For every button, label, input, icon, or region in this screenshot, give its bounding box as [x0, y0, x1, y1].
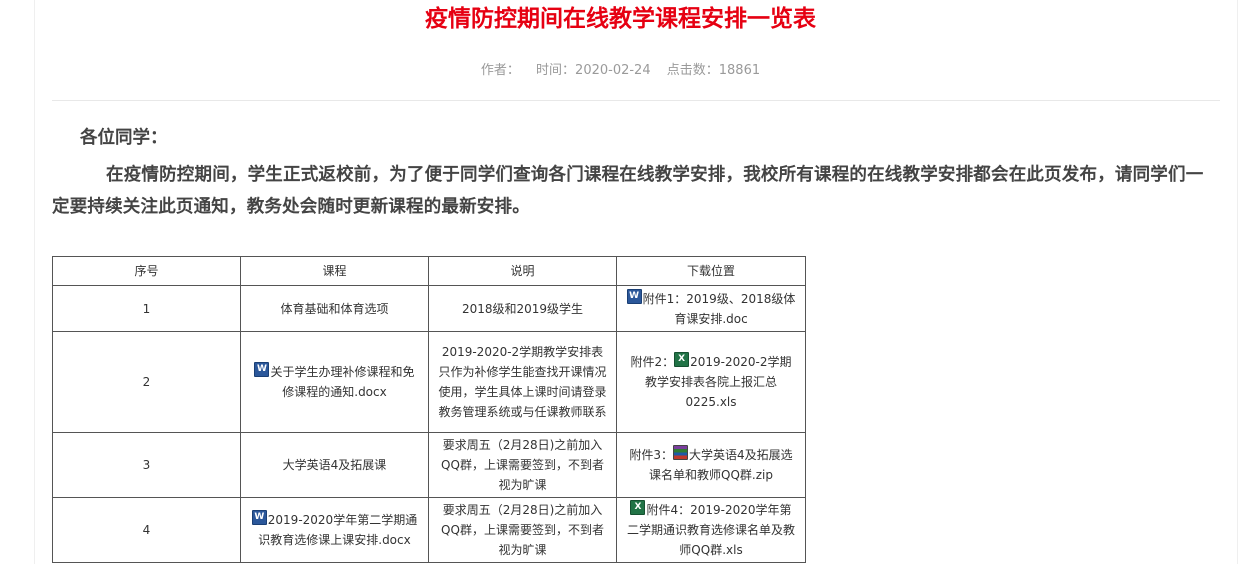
- course-cell: 2019-2020学年第二学期通识教育选修课上课安排.docx: [240, 497, 429, 563]
- word-icon: [626, 287, 642, 305]
- row-number: 2: [52, 331, 241, 433]
- course-document-link[interactable]: 关于学生办理补修课程和免修课程的通知.docx: [254, 360, 415, 399]
- course-document-name: 关于学生办理补修课程和免修课程的通知.docx: [270, 365, 415, 399]
- download-cell: 附件3： 大学英语4及拓展选课名单和教师QQ群.zip: [616, 432, 806, 498]
- course-schedule-table: 序号 课程 说明 下载位置 1 体育基础和体育选项 2018级和2019级学生 …: [52, 256, 806, 563]
- download-cell: 附件4：2019-2020学年第二学期通识教育选修课名单及教师QQ群.xls: [616, 497, 806, 563]
- article-page: 疫情防控期间在线教学课程安排一览表 作者： 时间：2020-02-24 点击数：…: [0, 0, 1241, 564]
- table-row: 4 2019-2020学年第二学期通识教育选修课上课安排.docx 要求周五（2…: [52, 497, 806, 563]
- column-header-course: 课程: [240, 256, 429, 286]
- word-icon: [251, 508, 267, 526]
- course-note: 要求周五（2月28日)之前加入QQ群，上课需要签到，不到者视为旷课: [428, 497, 617, 563]
- table-row: 1 体育基础和体育选项 2018级和2019级学生 附件1：2019级、2018…: [52, 285, 806, 332]
- download-cell: 附件1：2019级、2018级体育课安排.doc: [616, 285, 806, 332]
- column-header-download: 下载位置: [616, 256, 806, 286]
- article-meta: 作者： 时间：2020-02-24 点击数：18861: [0, 60, 1241, 82]
- attachment-name: 附件1：2019级、2018级体育课安排.doc: [642, 291, 796, 326]
- course-note: 要求周五（2月28日)之前加入QQ群，上课需要签到，不到者视为旷课: [428, 432, 617, 498]
- row-number: 1: [52, 285, 241, 332]
- table-header-row: 序号 课程 说明 下载位置: [52, 256, 806, 286]
- article-title: 疫情防控期间在线教学课程安排一览表: [425, 6, 816, 32]
- click-count: 点击数：18861: [666, 63, 761, 78]
- author-label: 作者：: [480, 63, 520, 78]
- content-border-left: [34, 0, 35, 564]
- excel-icon: [630, 498, 646, 516]
- greeting: 各位同学：: [80, 128, 168, 148]
- attachment-link[interactable]: 附件1：2019级、2018级体育课安排.doc: [626, 287, 796, 326]
- row-number: 3: [52, 432, 241, 498]
- course-note: 2019-2020-2学期教学安排表只作为补修学生能查找开课情况使用，学生具体上…: [428, 331, 617, 433]
- download-cell: 附件2：2019-2020-2学期教学安排表各院上报汇总0225.xls: [616, 331, 806, 433]
- course-document-link[interactable]: 2019-2020学年第二学期通识教育选修课上课安排.docx: [251, 508, 418, 547]
- attachment-prefix: 附件3：: [629, 448, 673, 462]
- archive-icon: [673, 445, 688, 460]
- course-cell: 关于学生办理补修课程和免修课程的通知.docx: [240, 331, 429, 433]
- excel-icon: [674, 350, 690, 368]
- intro-paragraph: 在疫情防控期间，学生正式返校前，为了便于同学们查询各门课程在线教学安排，我校所有…: [52, 165, 1204, 217]
- table-row: 2 关于学生办理补修课程和免修课程的通知.docx 2019-2020-2学期教…: [52, 331, 806, 433]
- column-header-note: 说明: [428, 256, 617, 286]
- course-name: 体育基础和体育选项: [240, 285, 429, 332]
- course-name: 大学英语4及拓展课: [240, 432, 429, 498]
- attachment-prefix: 附件2：: [630, 355, 675, 369]
- course-document-name: 2019-2020学年第二学期通识教育选修课上课安排.docx: [258, 513, 418, 547]
- word-icon: [254, 360, 270, 378]
- row-number: 4: [52, 497, 241, 563]
- column-header-no: 序号: [52, 256, 241, 286]
- header-divider: [52, 100, 1220, 101]
- content-border-right: [1237, 0, 1238, 564]
- table-row: 3 大学英语4及拓展课 要求周五（2月28日)之前加入QQ群，上课需要签到，不到…: [52, 432, 806, 498]
- attachment-link[interactable]: 附件4：2019-2020学年第二学期通识教育选修课名单及教师QQ群.xls: [626, 498, 795, 557]
- publish-time: 时间：2020-02-24: [536, 63, 651, 78]
- course-note: 2018级和2019级学生: [428, 285, 617, 332]
- attachment-name: 附件4：2019-2020学年第二学期通识教育选修课名单及教师QQ群.xls: [626, 503, 795, 557]
